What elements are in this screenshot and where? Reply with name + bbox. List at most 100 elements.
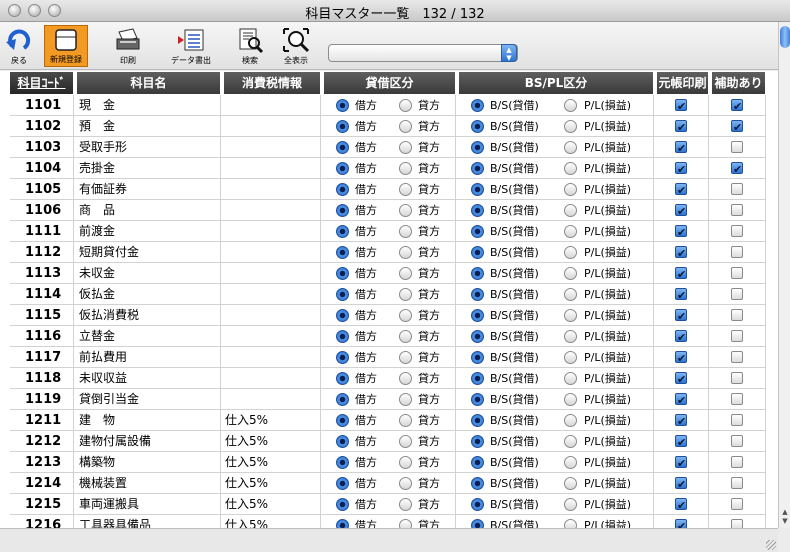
ledger-print-checkbox[interactable] [675, 96, 687, 115]
tax-info[interactable] [221, 179, 321, 200]
tax-info[interactable]: 仕入5% [221, 452, 321, 473]
table-row[interactable]: 1105 有価証券 借方 貸方 B/S(貸借) P/L(損益) [0, 179, 778, 200]
resize-grip-icon[interactable] [766, 540, 776, 550]
credit-radio[interactable] [399, 477, 412, 490]
bs-radio[interactable] [471, 225, 484, 238]
ledger-print-checkbox[interactable] [675, 453, 687, 472]
pl-radio[interactable] [564, 435, 577, 448]
credit-radio[interactable] [399, 246, 412, 259]
export-button[interactable]: データ書出 [168, 25, 214, 67]
account-name[interactable]: 預 金 [74, 116, 221, 137]
credit-radio[interactable] [399, 225, 412, 238]
aux-checkbox[interactable] [731, 183, 743, 195]
account-name[interactable]: 未収金 [74, 263, 221, 284]
account-name[interactable]: 貸倒引当金 [74, 389, 221, 410]
aux-checkbox[interactable] [731, 435, 743, 447]
col-header-ledger-print[interactable]: 元帳印刷 [657, 72, 709, 94]
ledger-print-checkbox[interactable] [675, 516, 687, 528]
account-name[interactable]: 立替金 [74, 326, 221, 347]
debit-radio[interactable] [336, 435, 349, 448]
credit-radio[interactable] [399, 456, 412, 469]
tax-info[interactable] [221, 305, 321, 326]
debit-radio[interactable] [336, 120, 349, 133]
table-row[interactable]: 1104 売掛金 借方 貸方 B/S(貸借) P/L(損益) [0, 158, 778, 179]
ledger-print-checkbox[interactable] [675, 306, 687, 325]
pl-radio[interactable] [564, 267, 577, 280]
credit-radio[interactable] [399, 141, 412, 154]
account-name[interactable]: 機械装置 [74, 473, 221, 494]
table-row[interactable]: 1214 機械装置 仕入5% 借方 貸方 B/S(貸借) P/L(損益) [0, 473, 778, 494]
table-row[interactable]: 1215 車両運搬具 仕入5% 借方 貸方 B/S(貸借) P/L(損益) [0, 494, 778, 515]
aux-checkbox[interactable] [731, 372, 743, 384]
bs-radio[interactable] [471, 99, 484, 112]
bs-radio[interactable] [471, 162, 484, 175]
col-header-aux[interactable]: 補助あり [712, 72, 766, 94]
col-header-debit-credit[interactable]: 貸借区分 [324, 72, 456, 94]
debit-radio[interactable] [336, 309, 349, 322]
pl-radio[interactable] [564, 309, 577, 322]
account-name[interactable]: 未収収益 [74, 368, 221, 389]
bs-radio[interactable] [471, 477, 484, 490]
tax-info[interactable] [221, 242, 321, 263]
ledger-print-checkbox[interactable] [675, 138, 687, 157]
credit-radio[interactable] [399, 372, 412, 385]
credit-radio[interactable] [399, 183, 412, 196]
aux-checkbox[interactable] [731, 267, 743, 279]
tax-info[interactable]: 仕入5% [221, 515, 321, 528]
aux-checkbox[interactable] [731, 246, 743, 258]
bs-radio[interactable] [471, 246, 484, 259]
new-entry-button[interactable]: 新規登録 [44, 25, 88, 67]
account-name[interactable]: 工具器具備品 [74, 515, 221, 528]
show-all-button[interactable]: 全表示 [276, 25, 316, 67]
ledger-print-checkbox[interactable] [675, 411, 687, 430]
print-button[interactable]: 印刷 [108, 25, 148, 67]
ledger-print-checkbox[interactable] [675, 327, 687, 346]
tax-info[interactable] [221, 263, 321, 284]
pl-radio[interactable] [564, 456, 577, 469]
credit-radio[interactable] [399, 204, 412, 217]
tax-info[interactable] [221, 221, 321, 242]
bs-radio[interactable] [471, 204, 484, 217]
credit-radio[interactable] [399, 519, 412, 528]
credit-radio[interactable] [399, 309, 412, 322]
bs-radio[interactable] [471, 351, 484, 364]
pl-radio[interactable] [564, 372, 577, 385]
table-row[interactable]: 1103 受取手形 借方 貸方 B/S(貸借) P/L(損益) [0, 137, 778, 158]
pl-radio[interactable] [564, 330, 577, 343]
debit-radio[interactable] [336, 456, 349, 469]
tax-info[interactable] [221, 368, 321, 389]
debit-radio[interactable] [336, 204, 349, 217]
ledger-print-checkbox[interactable] [675, 432, 687, 451]
search-button[interactable]: 検索 [232, 25, 268, 67]
tax-info[interactable] [221, 284, 321, 305]
debit-radio[interactable] [336, 393, 349, 406]
tax-info[interactable] [221, 389, 321, 410]
table-row[interactable]: 1111 前渡金 借方 貸方 B/S(貸借) P/L(損益) [0, 221, 778, 242]
debit-radio[interactable] [336, 267, 349, 280]
account-name[interactable]: 現 金 [74, 95, 221, 116]
pl-radio[interactable] [564, 414, 577, 427]
pl-radio[interactable] [564, 288, 577, 301]
tax-info[interactable]: 仕入5% [221, 494, 321, 515]
bs-radio[interactable] [471, 183, 484, 196]
aux-checkbox[interactable] [731, 393, 743, 405]
bs-radio[interactable] [471, 414, 484, 427]
table-row[interactable]: 1106 商 品 借方 貸方 B/S(貸借) P/L(損益) [0, 200, 778, 221]
back-button[interactable]: 戻る [4, 25, 34, 67]
debit-radio[interactable] [336, 498, 349, 511]
bs-radio[interactable] [471, 288, 484, 301]
credit-radio[interactable] [399, 498, 412, 511]
scroll-arrows-icon[interactable]: ▲ ▼ [780, 508, 790, 526]
table-row[interactable]: 1212 建物付属設備 仕入5% 借方 貸方 B/S(貸借) P/L(損益) [0, 431, 778, 452]
credit-radio[interactable] [399, 288, 412, 301]
table-row[interactable]: 1117 前払費用 借方 貸方 B/S(貸借) P/L(損益) [0, 347, 778, 368]
aux-checkbox[interactable] [731, 414, 743, 426]
vertical-scrollbar[interactable]: ▲ ▼ [778, 22, 790, 528]
ledger-print-checkbox[interactable] [675, 390, 687, 409]
table-row[interactable]: 1116 立替金 借方 貸方 B/S(貸借) P/L(損益) [0, 326, 778, 347]
credit-radio[interactable] [399, 393, 412, 406]
ledger-print-checkbox[interactable] [675, 117, 687, 136]
bs-radio[interactable] [471, 309, 484, 322]
tax-info[interactable]: 仕入5% [221, 431, 321, 452]
col-header-code[interactable]: 科目ｺｰﾄﾞ [10, 72, 74, 94]
